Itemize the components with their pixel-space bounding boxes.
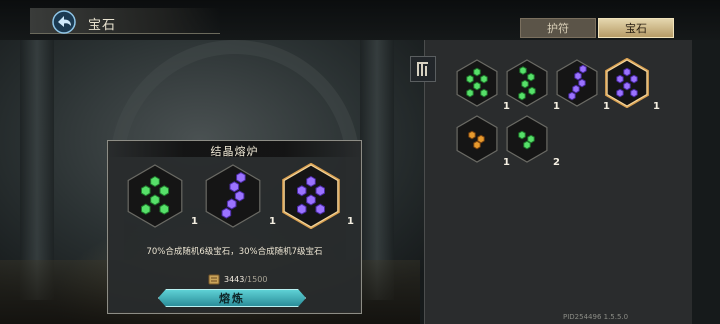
back-button[interactable] <box>46 8 82 36</box>
gem-cell <box>518 91 526 101</box>
gem-cell <box>518 130 526 140</box>
purple-gem-icon <box>605 58 649 108</box>
gem-cell <box>572 84 580 94</box>
gem-cell <box>623 81 631 91</box>
gem-cell <box>315 185 325 197</box>
cost-need: /1500 <box>244 275 268 284</box>
gem-cell <box>519 66 527 75</box>
version-label: PID254496 1.5.5.0 <box>563 313 629 321</box>
gem-cell <box>226 198 237 210</box>
gem-cell <box>159 185 169 197</box>
hex-frame <box>205 164 261 228</box>
gem-cell <box>141 185 151 197</box>
scroll-icon <box>208 274 220 285</box>
crystal-furnace-panel: 结晶熔炉 1 1 1 70%合成随机6级宝石，30%合成随机7级宝石 3443 /1… <box>107 140 362 314</box>
panel-title: 结晶熔炉 <box>210 145 259 158</box>
smelt-cost: 3443 /1500 <box>208 274 267 285</box>
gem-cell <box>480 74 488 84</box>
back-arrow-icon <box>52 10 76 34</box>
gem-cell <box>623 67 631 77</box>
gem-cell <box>473 67 481 77</box>
sort-icon <box>417 62 428 76</box>
inventory-gem-slot[interactable]: 1 <box>452 114 510 170</box>
tab-amulet[interactable]: 护符 <box>520 18 596 38</box>
smelt-button[interactable]: 熔炼 <box>158 289 306 307</box>
top-bar: 宝石 护符 宝石 <box>0 0 720 40</box>
gem-cell <box>306 175 316 187</box>
page-title: 宝石 <box>88 18 117 33</box>
gem-cell <box>528 86 536 96</box>
gem-cell <box>473 140 481 150</box>
gem-cell <box>297 185 307 197</box>
gem-cell <box>527 72 535 82</box>
gem-cell <box>221 207 232 219</box>
gem-cell <box>315 203 325 215</box>
gem-cell <box>616 88 624 98</box>
gem-cell <box>150 175 160 187</box>
gem-count: 1 <box>347 216 354 227</box>
gem-cell <box>236 172 246 184</box>
tab-gem[interactable]: 宝石 <box>598 18 674 38</box>
gem-cell <box>523 140 531 150</box>
gem-cell <box>159 203 169 215</box>
green-gem-icon <box>127 164 183 228</box>
inventory-gem-slot[interactable]: 1 <box>452 58 510 114</box>
gem-cell <box>477 134 485 144</box>
gem-cell <box>527 134 535 144</box>
orange-gem-icon <box>456 115 498 163</box>
green-gem-icon <box>506 115 548 163</box>
gem-cell <box>150 194 160 206</box>
green-gem-icon <box>506 59 548 107</box>
cost-have: 3443 <box>224 275 245 284</box>
gem-count: 2 <box>553 157 560 168</box>
hex-frame <box>506 115 548 163</box>
furnace-gem-slot[interactable]: 1 <box>122 163 198 233</box>
gem-cell <box>466 74 474 84</box>
gem-cell <box>630 88 638 98</box>
gem-cell <box>297 203 307 215</box>
inventory-gem-slot[interactable]: 2 <box>502 114 560 170</box>
inventory-gem-slot[interactable]: 1 <box>502 58 560 114</box>
gem-cell <box>234 190 245 202</box>
green-gem-icon <box>456 59 498 107</box>
hex-frame <box>556 59 598 107</box>
gem-count: 1 <box>269 216 276 227</box>
purple-gem-icon <box>205 164 261 228</box>
gem-count: 1 <box>191 216 198 227</box>
gem-cell <box>568 91 576 101</box>
gem-cell <box>141 203 151 215</box>
gem-cell <box>616 74 624 84</box>
inventory-gem-slot[interactable]: 1 <box>552 58 610 114</box>
gem-cell <box>521 79 529 89</box>
purple-gem-icon <box>556 59 598 107</box>
purple-gem-icon <box>282 163 340 229</box>
furnace-gem-slot[interactable]: 1 <box>278 163 354 233</box>
gem-cell <box>229 181 240 193</box>
synthesis-description: 70%合成随机6级宝石，30%合成随机7级宝石 <box>146 247 323 257</box>
gem-cell <box>574 71 582 81</box>
hex-frame <box>456 115 498 163</box>
inventory-gem-slot[interactable]: 1 <box>602 58 660 114</box>
gem-count: 1 <box>653 101 660 112</box>
gem-cell <box>578 78 586 88</box>
gem-cell <box>579 64 587 74</box>
gem-cell <box>480 88 488 98</box>
gem-cell <box>473 81 481 91</box>
gem-cell <box>630 74 638 84</box>
sort-button[interactable] <box>410 56 436 82</box>
gem-cell <box>468 130 476 140</box>
gem-cell <box>306 194 316 206</box>
gem-cell <box>466 88 474 98</box>
furnace-gem-slot[interactable]: 1 <box>200 163 276 233</box>
